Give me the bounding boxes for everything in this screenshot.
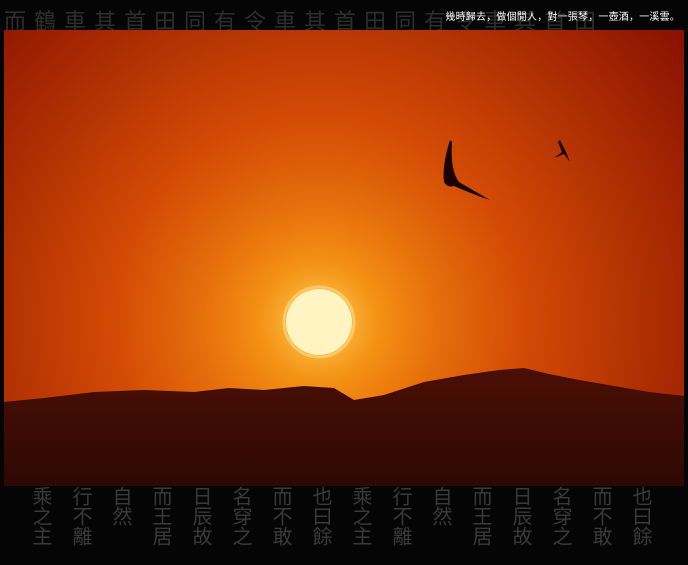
calligraphy-column: 乘之主 xyxy=(349,486,373,546)
sunset-scene xyxy=(4,30,684,486)
calligraphy-column: 日辰故 xyxy=(509,486,533,546)
sunset-photo xyxy=(4,30,684,486)
calligraphy-column: 而王居 xyxy=(149,486,173,546)
calligraphy-column: 而王居 xyxy=(469,486,493,546)
sun xyxy=(286,289,352,355)
calligraphy-column: 乘之主 xyxy=(29,486,53,546)
calligraphy-column: 行不離 xyxy=(389,486,413,546)
calligraphy-column: 而不敢 xyxy=(589,486,613,546)
calligraphy-bottom-strip: 乘之主 行不離 自然 而王居 日辰故 名穿之 而不敢 也曰餘 乘之主 行不離 自然 而王居 日辰故 名穿之… xyxy=(29,486,688,565)
calligraphy-column: 自然 xyxy=(429,486,453,526)
calligraphy-column: 日辰故 xyxy=(189,486,213,546)
calligraphy-column: 行不離 xyxy=(69,486,93,546)
calligraphy-column: 也曰餘 xyxy=(309,486,333,546)
calligraphy-column: 名穿之 xyxy=(229,486,253,546)
calligraphy-column: 自然 xyxy=(109,486,133,526)
calligraphy-column: 也曰餘 xyxy=(629,486,653,546)
poem-caption: 幾時歸去，做個閒人，對一張琴，一壺酒，一溪雲。 xyxy=(445,12,680,23)
calligraphy-column: 而不敢 xyxy=(269,486,293,546)
calligraphy-column: 名穿之 xyxy=(549,486,573,546)
